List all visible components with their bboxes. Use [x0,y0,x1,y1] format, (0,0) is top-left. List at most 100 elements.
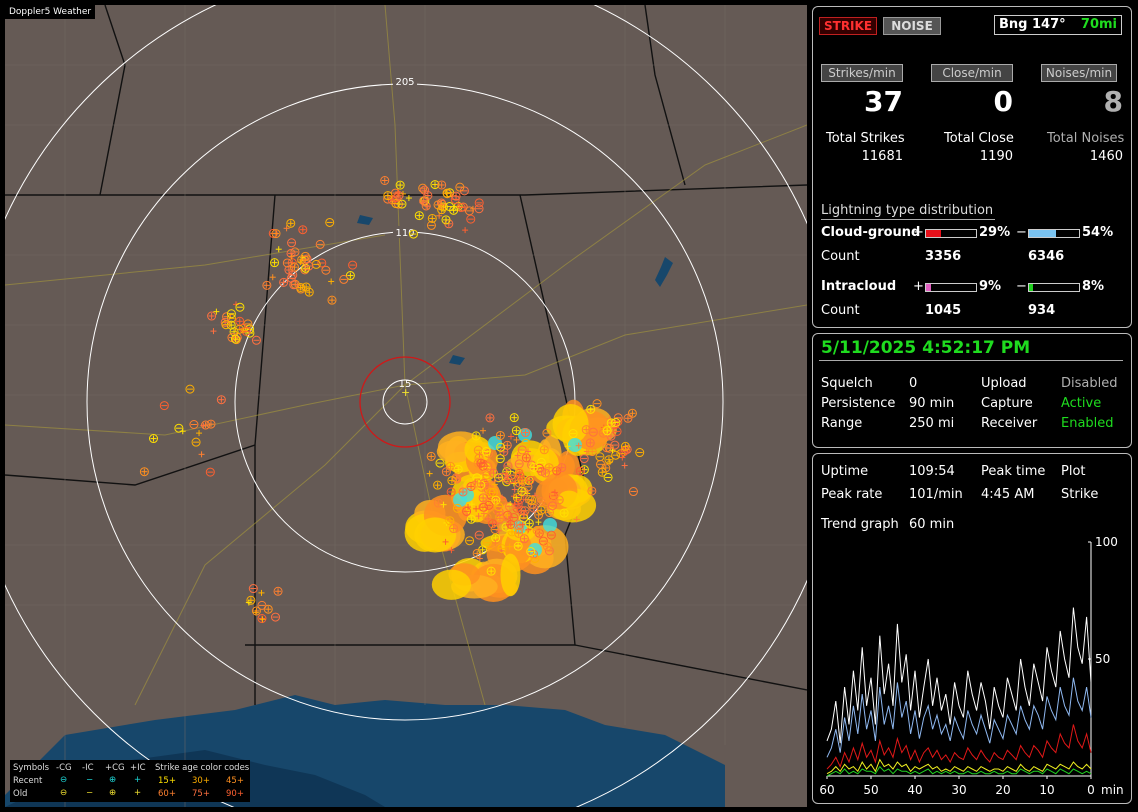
strike-symbol [579,454,589,464]
strike-symbol [270,612,280,622]
range-label: Range [821,416,863,431]
strike-symbol [235,302,245,312]
receiver-label: Receiver [981,416,1038,431]
symbol-legend: Symbols -CG -IC +CG +IC Strike age color… [10,760,250,802]
legend-old-pos-cg-icon: ⊕ [109,788,117,798]
trend-x-tick-label: 10 [1039,783,1054,797]
strike-symbol [587,447,597,457]
persistence-value: 90 min [909,396,955,411]
trend-y-tick-label: 50 [1095,652,1110,666]
strike-symbol [216,395,226,405]
squelch-value: 0 [909,376,918,391]
ic-pos-percent: 9% [979,279,1002,294]
strike-symbol [243,319,253,329]
strike-symbol [535,519,542,526]
strike-button[interactable]: STRIKE [819,17,877,35]
strike-symbol [462,227,469,234]
strike-symbol [507,433,514,440]
strike-symbol [453,464,463,474]
plot-value[interactable]: Strike [1061,487,1098,502]
strike-symbol [279,277,289,287]
strike-symbol [557,463,567,473]
strike-symbol [581,425,591,435]
legend-recent-neg-ic-icon: − [86,775,94,785]
strike-symbol [449,524,459,534]
bearing-value: Bng 147° [999,17,1066,32]
lightning-map[interactable]: Doppler5 Weather 205 110 15 + Symbols -C… [5,5,807,807]
strike-symbol [458,487,468,497]
strike-symbol [426,451,436,461]
strike-symbol [521,453,531,463]
legend-old-label: Old [13,789,28,799]
ic-neg-bar [1028,283,1080,292]
lake [655,257,673,287]
strike-symbol [592,399,602,409]
strike-symbol [198,451,205,458]
noises-per-min-button[interactable]: Noises/min [1041,64,1117,82]
strike-symbol [159,401,169,411]
peak-rate-value: 101/min [909,487,963,502]
trend-x-tick-label: 20 [995,783,1010,797]
strikes-per-min-button[interactable]: Strikes/min [821,64,903,82]
range-label-205: 205 [395,77,414,88]
strike-symbol [235,316,245,326]
strike-symbol [304,287,314,297]
strike-symbol [445,461,455,471]
trend-series-line [826,677,1092,758]
strike-symbol [604,455,614,465]
legend-pos-ic: +IC [130,763,146,773]
strike-symbol [437,180,447,190]
strike-symbol [248,584,258,594]
counts-panel: STRIKE NOISE Bng 147° 70mi Strikes/min C… [812,6,1132,328]
status-panel: 5/11/2025 4:52:17 PM Squelch 0 Upload Di… [812,333,1132,448]
strike-symbol [620,441,630,451]
noise-button[interactable]: NOISE [883,17,941,35]
legend-recent-label: Recent [13,776,43,786]
strike-symbol [517,486,527,496]
total-strikes-value: 11681 [861,149,903,164]
map-canvas[interactable]: 205 110 15 + [5,5,807,807]
strike-symbol [269,274,276,281]
strike-symbol [418,183,428,193]
legend-age-90: 90+ [226,789,244,799]
strike-symbol [485,413,495,423]
legend-age-60: 60+ [158,789,176,799]
strike-symbol [275,246,282,253]
strike-symbol [540,468,550,478]
strike-symbol [441,467,451,477]
cg-neg-bar [1028,229,1080,238]
strike-symbol [433,498,443,508]
strike-symbol [524,518,534,528]
strike-symbol [205,467,215,477]
strike-symbol [196,430,203,437]
strike-symbol [191,437,201,447]
close-strike-ring [359,356,451,448]
strike-symbol [287,238,297,248]
trend-value[interactable]: 60 min [909,517,954,532]
strike-symbol [478,493,488,503]
distribution-title: Lightning type distribution [821,203,994,218]
strike-symbol [206,419,216,429]
strike-symbol [383,191,393,201]
range-ring-middle [234,231,576,573]
strike-symbol [270,258,280,268]
cg-neg-sign: − [1016,225,1027,240]
strike-symbol [414,211,424,221]
strike-symbol [433,480,443,490]
strike-symbol [282,258,292,268]
strike-symbol [511,486,518,493]
strike-symbol [466,514,476,524]
strike-symbol [328,278,335,285]
cg-pos-percent: 29% [979,225,1011,240]
trend-y-tick-label: 100 [1095,535,1118,549]
close-per-min-button[interactable]: Close/min [931,64,1013,82]
strike-symbol [289,262,299,272]
legend-age-45: 45+ [226,776,244,786]
total-close-label: Total Close [944,131,1014,146]
recent-strike-cluster [543,518,557,532]
highways [5,5,807,706]
close-per-min-value: 0 [993,85,1013,118]
strike-symbol [257,614,267,624]
strike-symbol [423,190,433,200]
cg-pos-bar-fill [926,230,941,237]
